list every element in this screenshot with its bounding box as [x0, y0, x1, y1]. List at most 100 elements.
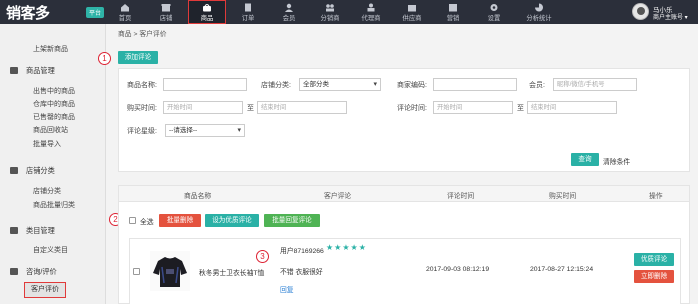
- home-icon: [121, 4, 129, 12]
- buy-time-label: 购买时间:: [127, 105, 157, 112]
- member-label: 会员:: [529, 82, 545, 89]
- folder-icon: [10, 227, 18, 234]
- buy-time-start-input[interactable]: 开始时间: [163, 101, 243, 114]
- distributor-icon: [326, 4, 334, 12]
- reply-link[interactable]: 回复: [280, 284, 294, 294]
- bag-icon: [203, 4, 211, 12]
- merchant-code-input[interactable]: [433, 78, 517, 91]
- review-level-label: 评论星级:: [127, 128, 157, 135]
- nav-marketing[interactable]: 营销: [434, 0, 472, 24]
- review-user: 用户87169266: [280, 248, 324, 255]
- sidebar-group-store-category[interactable]: 店铺分类: [10, 166, 55, 176]
- gear-icon: [490, 4, 498, 11]
- sidebar-item-sold-out[interactable]: 已售罄的商品: [33, 112, 75, 122]
- nav-label: 营销: [446, 15, 460, 22]
- nav-agents[interactable]: 代理商: [352, 0, 390, 24]
- search-button[interactable]: 查询: [571, 153, 599, 166]
- sidebar-item-batch-categorize[interactable]: 商品批量归类: [33, 200, 75, 210]
- nav-label: 店铺: [159, 15, 173, 22]
- logo-tag: 平台: [86, 7, 105, 18]
- annotation-1: 1: [98, 52, 111, 65]
- store-category-label: 店铺分类:: [261, 82, 291, 89]
- nav-members[interactable]: 会员: [270, 0, 308, 24]
- nav-home[interactable]: 首页: [106, 0, 144, 24]
- set-quality-button[interactable]: 设为优质评论: [205, 214, 259, 227]
- nav-products[interactable]: 商品: [188, 0, 226, 24]
- add-review-button[interactable]: 添加评论: [118, 51, 158, 64]
- col-buy-time: 购买时间: [549, 193, 577, 200]
- product-name-label: 商品名称:: [127, 82, 157, 89]
- product-manage-icon: [10, 67, 18, 74]
- nav-orders[interactable]: 订单: [229, 0, 267, 24]
- review-time-label: 评论时间:: [397, 105, 427, 112]
- sidebar-item-recycle[interactable]: 商品回收站: [33, 125, 68, 135]
- buy-time-end-input[interactable]: 结束时间: [257, 101, 347, 114]
- merchant-code-label: 商家编码:: [397, 82, 427, 89]
- filter-panel: 商品名称: 店铺分类: 全部分类 商家编码: 会员: 昵称/微信/手机号 购买时…: [118, 68, 690, 172]
- sidebar-group-products[interactable]: 商品管理: [10, 66, 55, 76]
- nav-label: 会员: [282, 15, 296, 22]
- user-role[interactable]: 商户主账号 ▾: [653, 12, 688, 21]
- sidebar-item-add-product[interactable]: 上架新商品: [33, 44, 68, 54]
- product-name[interactable]: 秋冬男士卫衣长袖T恤: [199, 267, 264, 277]
- brand-logo[interactable]: 销客多 平台: [6, 2, 106, 22]
- sidebar-group-category-manage[interactable]: 类目管理: [10, 226, 55, 236]
- review-time-end-input[interactable]: 结束时间: [527, 101, 617, 114]
- clear-filters-link[interactable]: 清除条件: [603, 156, 630, 166]
- store-category-select[interactable]: 全部分类: [299, 78, 381, 91]
- col-actions: 操作: [649, 193, 663, 200]
- member-input[interactable]: 昵称/微信/手机号: [553, 78, 637, 91]
- col-product-name: 商品名称: [184, 193, 212, 200]
- product-name-input[interactable]: [163, 78, 247, 91]
- nav-distributors[interactable]: 分销商: [311, 0, 349, 24]
- hoodie-image: [153, 257, 187, 287]
- nav-label: 首页: [118, 15, 132, 22]
- col-customer-review: 客户评论: [324, 193, 352, 200]
- chat-icon: [10, 268, 18, 275]
- select-all-checkbox[interactable]: [129, 217, 136, 224]
- range-separator: 至: [517, 105, 524, 112]
- marketing-icon: [449, 4, 457, 12]
- sidebar-item-warehouse[interactable]: 仓库中的商品: [33, 99, 75, 109]
- review-time-start-input[interactable]: 开始时间: [433, 101, 513, 114]
- sidebar-item-customer-reviews[interactable]: 客户评价: [24, 282, 66, 298]
- top-navbar: 销客多 平台 首页 店铺 商品 订单 会员 分销商 代理商 供应商 营销 设置: [0, 0, 698, 24]
- sidebar-item-store-category[interactable]: 店铺分类: [33, 186, 61, 196]
- nav-store[interactable]: 店铺: [147, 0, 185, 24]
- review-time: 2017-09-03 08:12:19: [426, 266, 490, 273]
- supplier-icon: [408, 5, 416, 12]
- sidebar-group-reviews[interactable]: 咨询/评价: [10, 267, 57, 277]
- review-level-select[interactable]: --请选择--: [165, 124, 245, 137]
- table-header: 商品名称 客户评论 评论时间 购买时间 操作: [119, 186, 689, 202]
- sidebar-item-import[interactable]: 批量导入: [33, 139, 61, 149]
- sidebar-item-custom-category[interactable]: 自定义类目: [33, 245, 68, 255]
- nav-settings[interactable]: 设置: [475, 0, 513, 24]
- avatar[interactable]: [632, 3, 649, 20]
- sidebar: 上架新商品 商品管理 出售中的商品 仓库中的商品 已售罄的商品 商品回收站 批量…: [0, 24, 106, 304]
- range-separator: 至: [247, 105, 254, 112]
- product-thumbnail[interactable]: [150, 251, 190, 291]
- nav-label: 代理商: [361, 15, 381, 22]
- annotation-3: 3: [256, 250, 269, 263]
- quality-review-button[interactable]: 优质评论: [634, 253, 674, 266]
- user-menu[interactable]: 马小乐 商户主账号 ▾: [632, 3, 692, 21]
- bulk-delete-button[interactable]: 批量删除: [159, 214, 201, 227]
- sidebar-item-on-sale[interactable]: 出售中的商品: [33, 86, 75, 96]
- order-icon: [245, 3, 251, 12]
- star-rating: ★★★★★: [326, 243, 367, 252]
- nav-label: 订单: [241, 15, 255, 22]
- store-icon: [161, 4, 171, 12]
- nav-label: 分销商: [320, 15, 340, 22]
- delete-now-button[interactable]: 立即删除: [634, 270, 674, 283]
- chart-icon: [535, 3, 543, 12]
- table-row: 秋冬男士卫衣长袖T恤 用户87169266 ★★★★★ 不错 衣服很好 回复 2…: [129, 238, 681, 304]
- category-icon: [10, 167, 18, 174]
- nav-analytics[interactable]: 分析统计: [516, 0, 562, 24]
- nav-label: 商品: [200, 15, 214, 22]
- nav-suppliers[interactable]: 供应商: [393, 0, 431, 24]
- nav-label: 供应商: [402, 15, 422, 22]
- bulk-reply-button[interactable]: 批量回复评论: [264, 214, 320, 227]
- breadcrumb: 商品 > 客户评价: [118, 31, 167, 38]
- buy-time: 2017-08-27 12:15:24: [530, 266, 594, 273]
- row-checkbox[interactable]: [133, 268, 140, 275]
